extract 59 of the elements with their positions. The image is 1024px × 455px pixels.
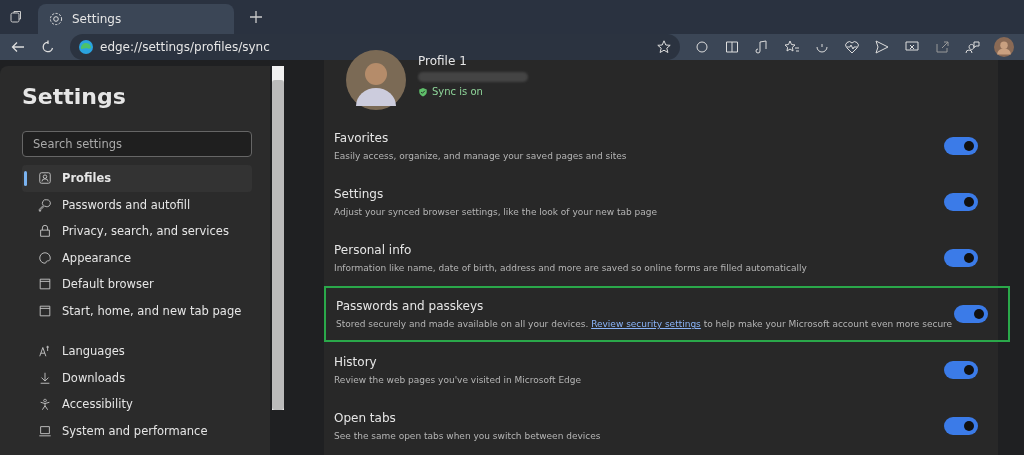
lock-icon — [38, 224, 52, 239]
setting-description: Information like name, date of birth, address and more are saved so online forms are filled automatically — [334, 263, 807, 273]
download-icon — [38, 370, 52, 385]
split-icon[interactable] — [724, 39, 740, 55]
toggle-switch[interactable] — [944, 193, 978, 211]
browser-logo-icon — [78, 39, 94, 55]
setting-title: Passwords and passkeys — [336, 299, 485, 313]
browser-tab[interactable]: Settings — [38, 4, 234, 34]
music-icon[interactable] — [754, 39, 770, 55]
check-shield-icon — [418, 86, 428, 97]
toggle-switch[interactable] — [954, 305, 988, 323]
toggle-switch[interactable] — [944, 417, 978, 435]
search-field[interactable]: Search settings — [22, 131, 252, 157]
sidebar-item[interactable]: Start, home, and new tab page — [22, 297, 252, 324]
settings-icon — [48, 11, 64, 27]
scrollbar[interactable] — [272, 66, 284, 410]
people-icon[interactable] — [964, 39, 980, 55]
setting-title: Settings — [334, 187, 385, 201]
sidebar-title: Settings — [22, 84, 127, 109]
workspaces-icon[interactable] — [8, 9, 24, 25]
review-link[interactable]: Review security settings — [591, 319, 701, 329]
favorites-icon[interactable] — [784, 39, 800, 55]
heart-icon[interactable] — [844, 39, 860, 55]
setting-title: Personal info — [334, 243, 413, 257]
star-icon[interactable] — [656, 39, 672, 55]
setting-description: See the same open tabs when you switch between devices — [334, 431, 601, 441]
setting-description: Stored securely and made available on all your devices. Review security settings to help make your Microsoft account even more secure — [336, 319, 953, 329]
sidebar-item[interactable]: Appearance — [22, 244, 252, 271]
setting-description: Adjust your synced browser settings, like the look of your new tab page — [334, 207, 658, 217]
sidebar-item[interactable]: Default browser — [22, 271, 252, 298]
window-icon — [38, 303, 52, 318]
toggle-switch[interactable] — [944, 137, 978, 155]
person-icon — [38, 397, 52, 412]
setting-title: Favorites — [334, 131, 390, 145]
sidebar-item[interactable]: Profiles — [22, 165, 252, 192]
share-icon[interactable] — [934, 39, 950, 55]
setting-title: History — [334, 355, 378, 369]
new-tab-icon[interactable] — [248, 9, 264, 25]
refresh-icon[interactable] — [40, 39, 56, 55]
sidebar-item[interactable]: Accessibility — [22, 391, 252, 418]
setting-description: Easily access, organize, and manage your saved pages and sites — [334, 151, 627, 161]
avatar-icon — [346, 50, 406, 110]
toggle-switch[interactable] — [944, 249, 978, 267]
sidebar-item[interactable]: Downloads — [22, 364, 252, 391]
sync-status: Sync is on — [432, 86, 483, 97]
toggle-switch[interactable] — [944, 361, 978, 379]
window-icon — [38, 277, 52, 292]
send-icon[interactable] — [874, 39, 890, 55]
laptop-icon — [38, 423, 52, 438]
language-icon — [38, 344, 52, 359]
setting-description: Review the web pages you've visited in Microsoft Edge — [334, 375, 582, 385]
sidebar-item[interactable]: Privacy, search, and services — [22, 218, 252, 245]
profile-icon — [38, 171, 52, 186]
sidebar-item[interactable]: System and performance — [22, 417, 252, 444]
back-icon[interactable] — [10, 39, 26, 55]
setting-title: Open tabs — [334, 411, 397, 425]
sidebar-item[interactable]: Passwords and autofill — [22, 191, 252, 218]
avatar-icon[interactable] — [994, 37, 1014, 57]
sidebar-item[interactable]: Languages — [22, 338, 252, 365]
